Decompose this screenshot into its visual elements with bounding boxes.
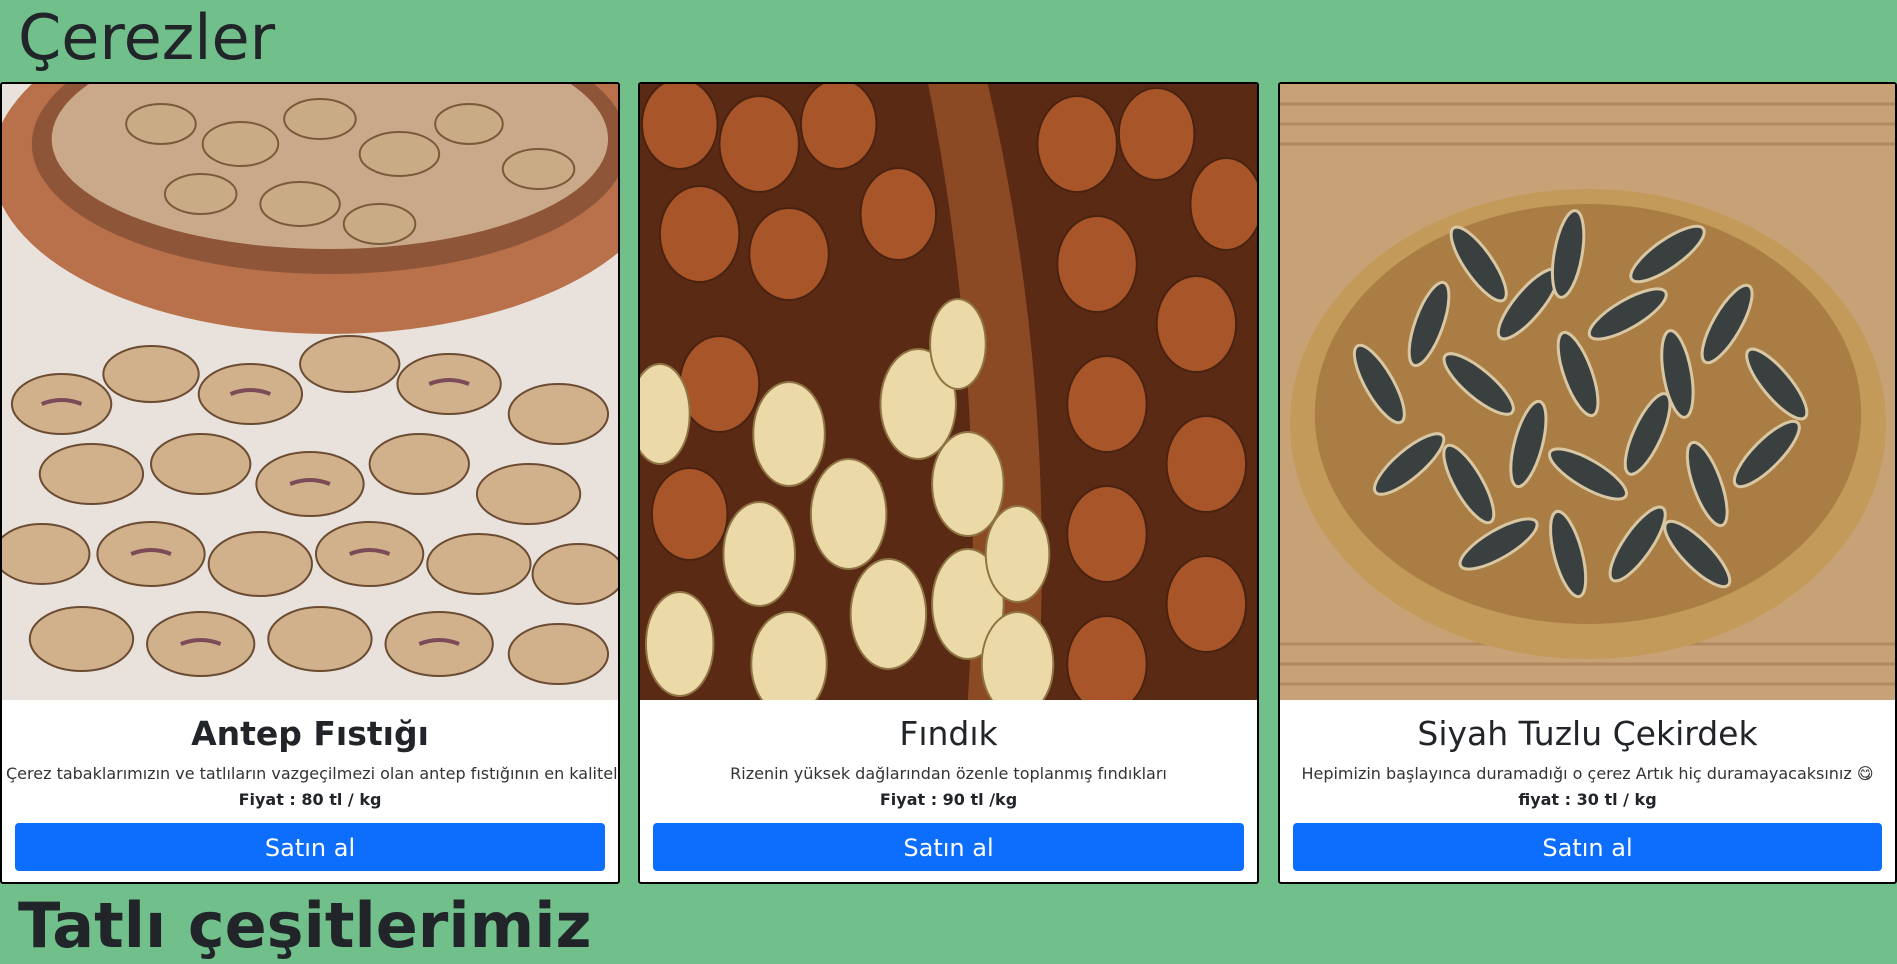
product-price: fiyat : 30 tl / kg xyxy=(1518,790,1657,809)
buy-button[interactable]: Satın al xyxy=(1293,823,1882,871)
product-title: Antep Fıstığı xyxy=(191,714,429,753)
product-price: Fiyat : 90 tl /kg xyxy=(879,790,1018,809)
product-title: Siyah Tuzlu Çekirdek xyxy=(1417,714,1758,753)
product-title: Fındık xyxy=(899,714,998,753)
product-description: Hepimizin başlayınca duramadığı o çerez … xyxy=(1301,764,1874,783)
product-card-sunflower-seeds: Siyah Tuzlu Çekirdek Hepimizin başlayınc… xyxy=(1278,82,1897,884)
sunflower-seeds-image xyxy=(1280,84,1895,700)
product-card-pistachio: Antep Fıstığı Çerez tabaklarımızın ve ta… xyxy=(0,82,620,884)
hazelnut-image xyxy=(640,84,1257,700)
section-title: Çerezler xyxy=(18,1,276,74)
product-card-hazelnut: Fındık Rizenin yüksek dağlarından özenle… xyxy=(638,82,1259,884)
pistachio-image xyxy=(2,84,618,700)
buy-button[interactable]: Satın al xyxy=(15,823,605,871)
buy-button[interactable]: Satın al xyxy=(653,823,1244,871)
product-price: Fiyat : 80 tl / kg xyxy=(238,790,382,809)
next-section-title: Tatlı çeşitlerimiz xyxy=(18,889,592,962)
product-description: Rizenin yüksek dağlarından özenle toplan… xyxy=(730,764,1167,783)
product-description: Çerez tabaklarımızın ve tatlıların vazge… xyxy=(6,764,620,783)
